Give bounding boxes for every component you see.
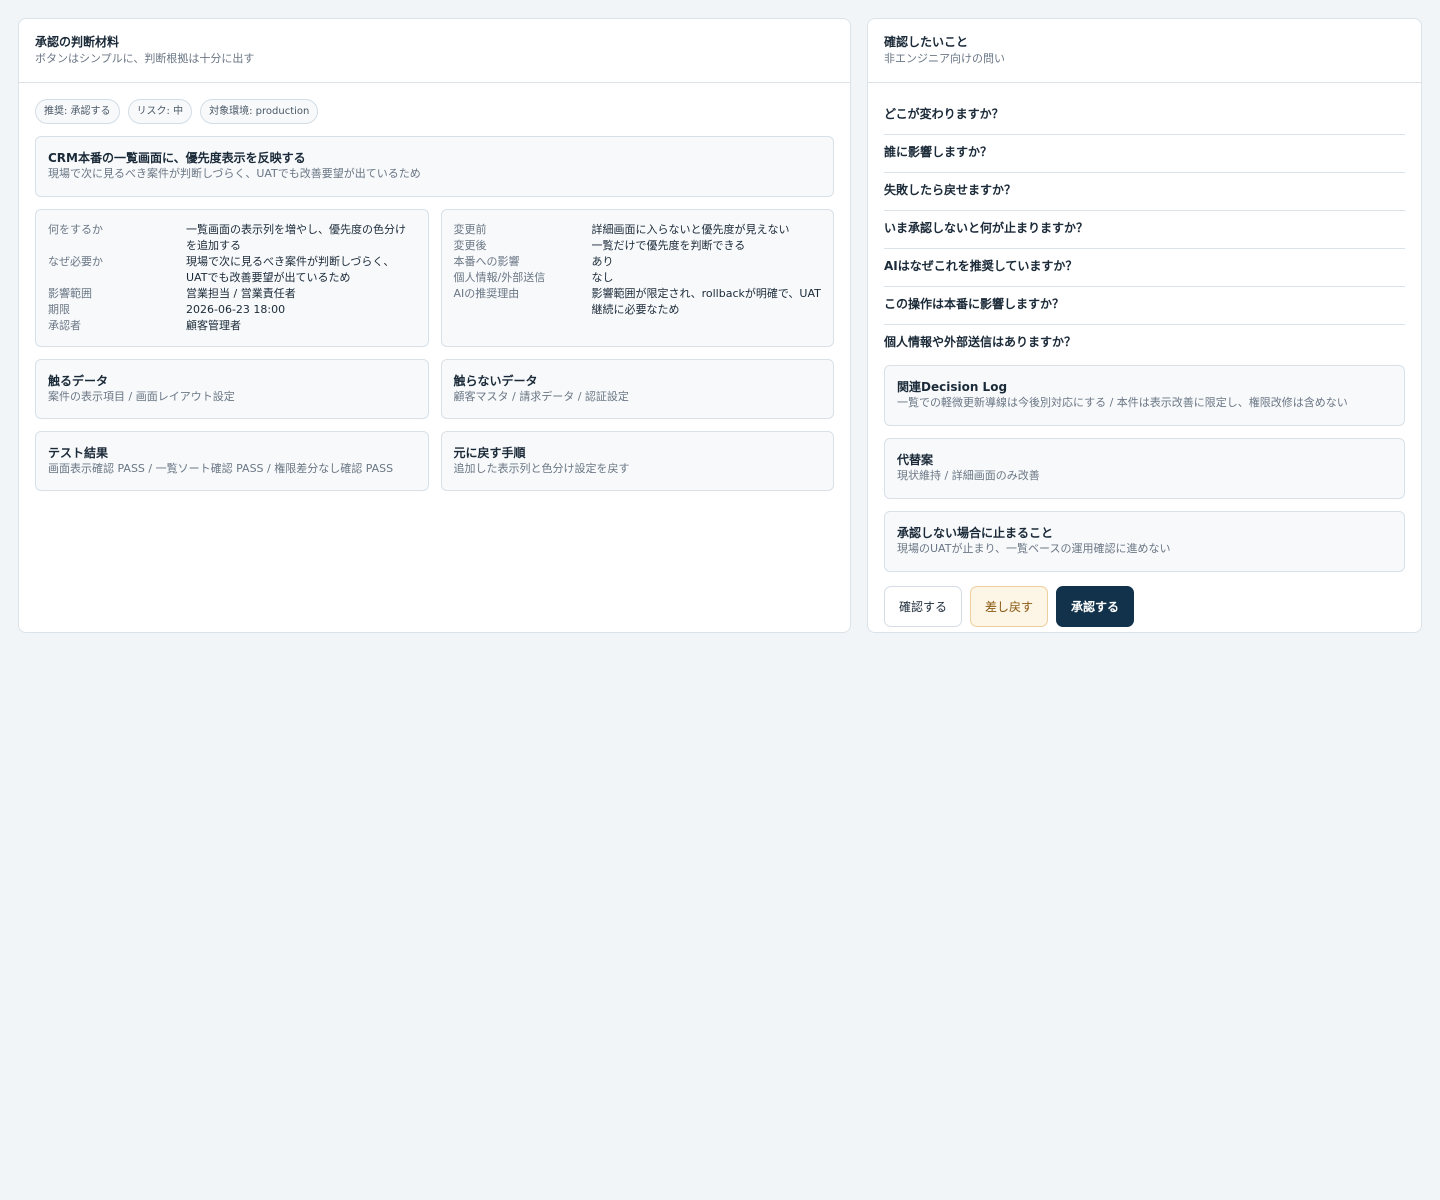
card-title: 触らないデータ xyxy=(453,374,538,388)
question-item[interactable]: いま承認しないと何が止まりますか？ xyxy=(884,211,1405,249)
card-text: 現場のUATが止まり、一覧ベースの運用確認に進めない xyxy=(897,542,1171,555)
detail-value: 顧客管理者 xyxy=(186,319,241,332)
question-item[interactable]: AIはなぜこれを推奨していますか？ xyxy=(884,249,1405,287)
card-text: 追加した表示列と色分け設定を戻す xyxy=(453,462,630,475)
detail-key: 本番への影響 xyxy=(453,255,520,268)
detail-key: 変更前 xyxy=(453,223,487,236)
detail-row-what: 何をするか 一覧画面の表示列を増やし、優先度の色分けを追加する xyxy=(48,222,416,254)
questions-header: 確認したいこと 非エンジニア向けの問い xyxy=(868,19,1421,83)
detail-value: 一覧だけで優先度を判断できる xyxy=(591,239,746,252)
decision-log-card: 関連Decision Log 一覧での軽微更新導線は今後別対応にする / 本件は… xyxy=(884,365,1405,426)
touched-data-card: 触るデータ 案件の表示項目 / 画面レイアウト設定 xyxy=(35,359,429,419)
status-chips: 推奨: 承認する リスク: 中 対象環境: production xyxy=(35,99,834,124)
test-results-card: テスト結果 画面表示確認 PASS / 一覧ソート確認 PASS / 権限差分な… xyxy=(35,431,429,491)
approval-materials-header: 承認の判断材料 ボタンはシンプルに、判断根拠は十分に出す xyxy=(19,19,850,83)
change-summary-title: CRM本番の一覧画面に、優先度表示を反映する xyxy=(48,151,306,165)
detail-value: 現場で次に見るべき案件が判断しづらく、UATでも改善要望が出ているため xyxy=(186,255,395,284)
detail-key: なぜ必要か xyxy=(48,255,103,268)
card-title: 元に戻す手順 xyxy=(453,446,526,460)
detail-value: 一覧画面の表示列を増やし、優先度の色分けを追加する xyxy=(186,223,406,252)
question-list: どこが変わりますか？ 誰に影響しますか？ 失敗したら戻せますか？ いま承認しない… xyxy=(884,97,1405,363)
change-summary-text: 現場で次に見るべき案件が判断しづらく、UATでも改善要望が出ているため xyxy=(48,167,421,180)
panel-title: 承認の判断材料 xyxy=(35,35,120,49)
detail-row-production-impact: 本番への影響 あり xyxy=(454,254,822,270)
panel-title: 確認したいこと xyxy=(884,35,969,49)
card-text: 画面表示確認 PASS / 一覧ソート確認 PASS / 権限差分なし確認 PA… xyxy=(48,462,394,475)
questions-panel: 確認したいこと 非エンジニア向けの問い どこが変わりますか？ 誰に影響しますか？… xyxy=(867,18,1422,633)
detail-key: 期限 xyxy=(48,303,70,316)
detail-value: 営業担当 / 営業責任者 xyxy=(186,287,296,300)
detail-value: なし xyxy=(591,271,614,284)
panel-subtitle: ボタンはシンプルに、判断根拠は十分に出す xyxy=(35,52,255,65)
card-title: テスト結果 xyxy=(48,446,109,460)
detail-key: 承認者 xyxy=(48,319,81,332)
environment-chip: 対象環境: production xyxy=(200,99,319,124)
detail-value: 影響範囲が限定され、rollbackが明確で、UAT継続に必要なため xyxy=(591,287,821,316)
question-item[interactable]: 誰に影響しますか？ xyxy=(884,135,1405,173)
detail-row-before: 変更前 詳細画面に入らないと優先度が見えない xyxy=(454,222,822,238)
panel-subtitle: 非エンジニア向けの問い xyxy=(884,52,1005,65)
detail-key: AIの推奨理由 xyxy=(453,287,520,300)
untouched-data-card: 触らないデータ 顧客マスタ / 請求データ / 認証設定 xyxy=(440,359,834,419)
detail-value: 詳細画面に入らないと優先度が見えない xyxy=(591,223,790,236)
question-item[interactable]: 個人情報や外部送信はありますか？ xyxy=(884,325,1405,363)
confirm-button[interactable]: 確認する xyxy=(884,586,963,627)
card-title: 承認しない場合に止まること xyxy=(897,526,1054,540)
question-item[interactable]: この操作は本番に影響しますか？ xyxy=(884,287,1405,325)
card-title: 代替案 xyxy=(897,453,934,467)
detail-row-ai-reason: AIの推奨理由 影響範囲が限定され、rollbackが明確で、UAT継続に必要な… xyxy=(454,286,822,318)
risk-chip: リスク: 中 xyxy=(127,99,193,124)
approval-materials-panel: 承認の判断材料 ボタンはシンプルに、判断根拠は十分に出す 推奨: 承認する リス… xyxy=(18,18,851,633)
card-text: 案件の表示項目 / 画面レイアウト設定 xyxy=(48,390,235,403)
approve-button[interactable]: 承認する xyxy=(1056,586,1135,627)
card-text: 顧客マスタ / 請求データ / 認証設定 xyxy=(453,390,629,403)
detail-row-after: 変更後 一覧だけで優先度を判断できる xyxy=(454,238,822,254)
detail-row-pii: 個人情報/外部送信 なし xyxy=(454,270,822,286)
send-back-button[interactable]: 差し戻す xyxy=(970,586,1049,627)
recommendation-chip: 推奨: 承認する xyxy=(35,99,120,124)
detail-row-scope: 影響範囲 営業担当 / 営業責任者 xyxy=(48,286,416,302)
detail-row-why: なぜ必要か 現場で次に見るべき案件が判断しづらく、UATでも改善要望が出ているた… xyxy=(48,254,416,286)
detail-value: 2026-06-23 18:00 xyxy=(186,303,286,316)
card-text: 一覧での軽微更新導線は今後別対応にする / 本件は表示改善に限定し、権限改修は含… xyxy=(897,396,1348,409)
rollback-card: 元に戻す手順 追加した表示列と色分け設定を戻す xyxy=(440,431,834,491)
question-item[interactable]: 失敗したら戻せますか？ xyxy=(884,173,1405,211)
detail-value: あり xyxy=(591,255,614,268)
alternative-card: 代替案 現状維持 / 詳細画面のみ改善 xyxy=(884,438,1405,499)
card-title: 触るデータ xyxy=(48,374,109,388)
blocked-if-not-approved-card: 承認しない場合に止まること 現場のUATが止まり、一覧ベースの運用確認に進めない xyxy=(884,511,1405,572)
card-title: 関連Decision Log xyxy=(897,380,1008,394)
card-text: 現状維持 / 詳細画面のみ改善 xyxy=(897,469,1040,482)
impact-details-card: 変更前 詳細画面に入らないと優先度が見えない 変更後 一覧だけで優先度を判断でき… xyxy=(440,209,834,347)
question-item[interactable]: どこが変わりますか？ xyxy=(884,97,1405,135)
change-details-card: 何をするか 一覧画面の表示列を増やし、優先度の色分けを追加する なぜ必要か 現場… xyxy=(35,209,429,347)
detail-row-deadline: 期限 2026-06-23 18:00 xyxy=(48,302,416,318)
detail-key: 何をするか xyxy=(48,223,103,236)
detail-row-approver: 承認者 顧客管理者 xyxy=(48,318,416,334)
detail-key: 影響範囲 xyxy=(48,287,92,300)
change-summary-card: CRM本番の一覧画面に、優先度表示を反映する 現場で次に見るべき案件が判断しづら… xyxy=(35,136,834,197)
detail-key: 変更後 xyxy=(453,239,487,252)
action-buttons: 確認する 差し戻す 承認する xyxy=(884,586,1405,627)
detail-key: 個人情報/外部送信 xyxy=(453,271,546,284)
